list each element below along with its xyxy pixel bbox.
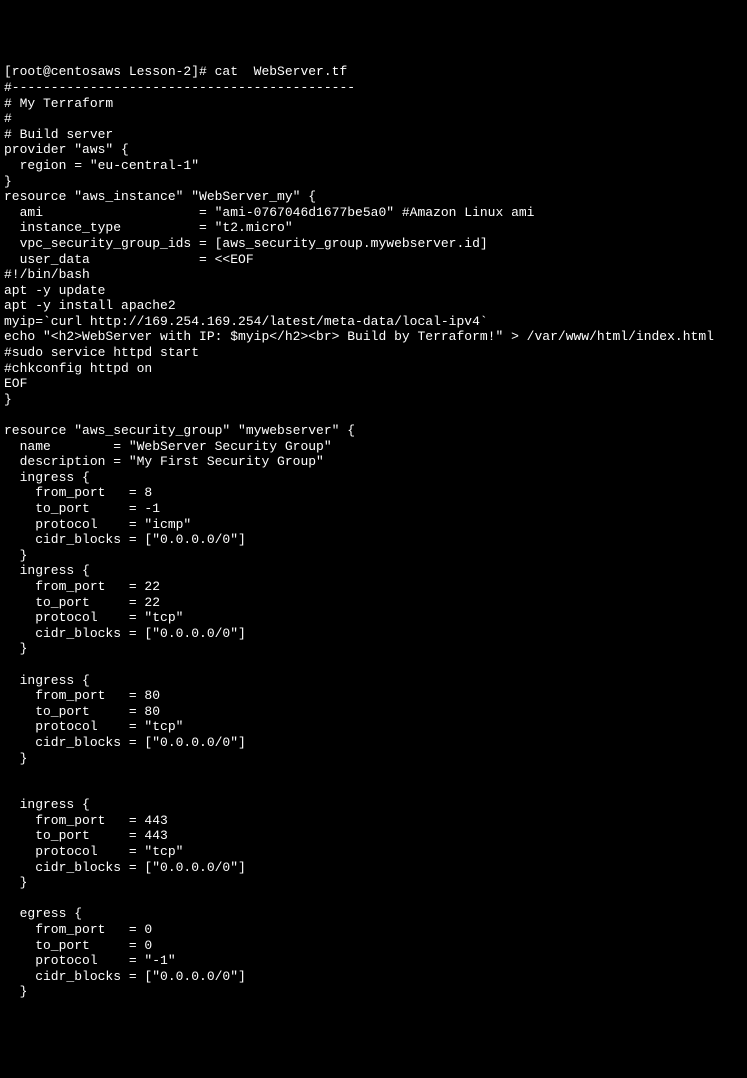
- terminal-output[interactable]: [root@centosaws Lesson-2]# cat WebServer…: [4, 64, 743, 1000]
